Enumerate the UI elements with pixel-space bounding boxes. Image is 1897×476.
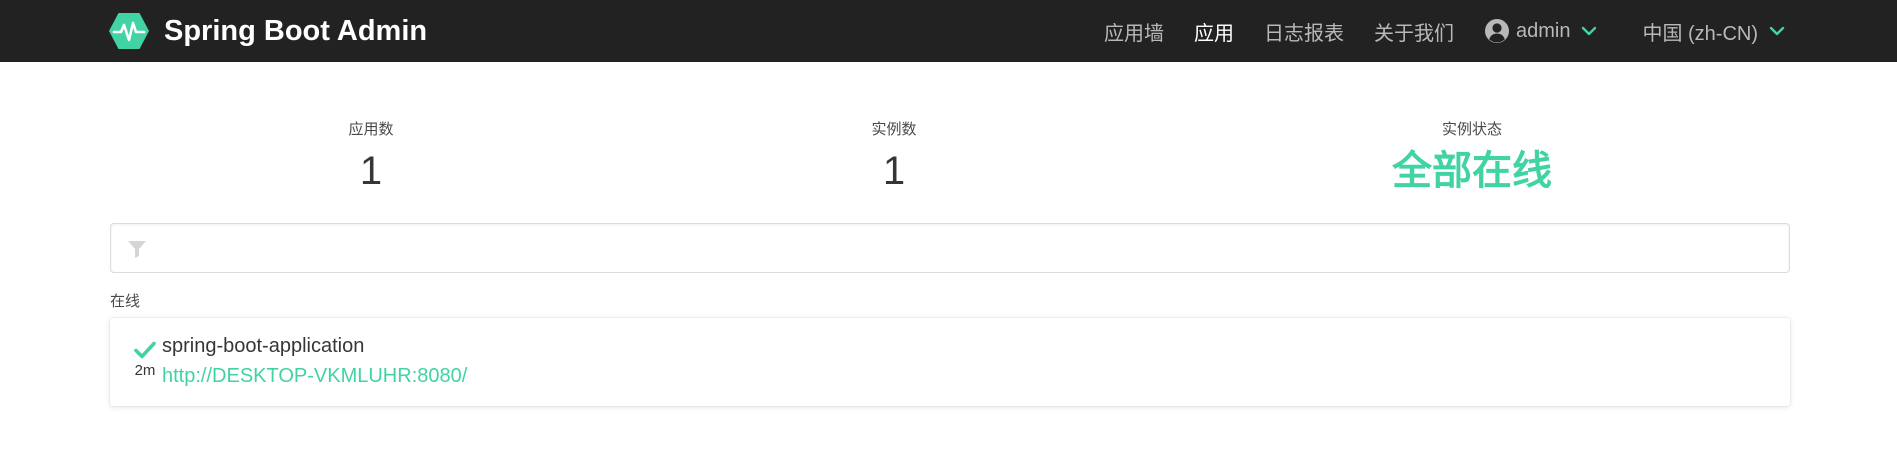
nav-link-applications[interactable]: 应用 bbox=[1194, 17, 1234, 46]
stat-instances: 实例数 1 bbox=[714, 120, 1074, 196]
nav-menu: 应用墙 应用 日志报表 关于我们 admin 中国 (zh-CN) bbox=[1074, 0, 1786, 62]
application-url-link[interactable]: http://DESKTOP-VKMLUHR:8080/ bbox=[162, 365, 467, 388]
application-row[interactable]: 2m spring-boot-application http://DESKTO… bbox=[110, 318, 1790, 406]
stat-status: 实例状态 全部在线 bbox=[1292, 120, 1652, 196]
stat-applications-value: 1 bbox=[359, 149, 383, 193]
uptime-label: 2m bbox=[134, 362, 156, 379]
stat-instances-value: 1 bbox=[882, 149, 906, 193]
language-menu[interactable]: 中国 (zh-CN) bbox=[1642, 17, 1786, 46]
heartbeat-logo-icon bbox=[109, 13, 149, 49]
user-menu[interactable]: admin bbox=[1484, 18, 1598, 44]
chevron-down-icon bbox=[1769, 26, 1785, 36]
instance-status: 2m bbox=[130, 340, 160, 380]
check-icon bbox=[134, 341, 156, 359]
stat-instances-label: 实例数 bbox=[871, 121, 917, 138]
filter-icon bbox=[128, 241, 146, 258]
group-label-online: 在线 bbox=[110, 293, 141, 310]
brand-title: Spring Boot Admin bbox=[164, 14, 428, 47]
stat-status-value: 全部在线 bbox=[1392, 149, 1552, 193]
brand[interactable]: Spring Boot Admin bbox=[108, 9, 427, 53]
filter-field[interactable] bbox=[110, 223, 1790, 273]
stat-status-label: 实例状态 bbox=[1441, 121, 1502, 138]
nav-link-journal[interactable]: 日志报表 bbox=[1264, 17, 1344, 46]
chevron-down-icon bbox=[1582, 26, 1597, 36]
stat-applications-label: 应用数 bbox=[348, 121, 394, 138]
filter-input[interactable] bbox=[161, 224, 1781, 272]
nav-link-about[interactable]: 关于我们 bbox=[1374, 17, 1454, 46]
user-menu-label: admin bbox=[1515, 19, 1571, 42]
top-navbar: Spring Boot Admin 应用墙 应用 日志报表 关于我们 admin… bbox=[0, 0, 1897, 62]
user-circle-icon bbox=[1484, 19, 1509, 43]
language-menu-label: 中国 (zh-CN) bbox=[1642, 22, 1758, 45]
nav-link-wallboard[interactable]: 应用墙 bbox=[1104, 17, 1164, 46]
application-name: spring-boot-application bbox=[162, 335, 365, 357]
stat-applications: 应用数 1 bbox=[191, 120, 551, 196]
